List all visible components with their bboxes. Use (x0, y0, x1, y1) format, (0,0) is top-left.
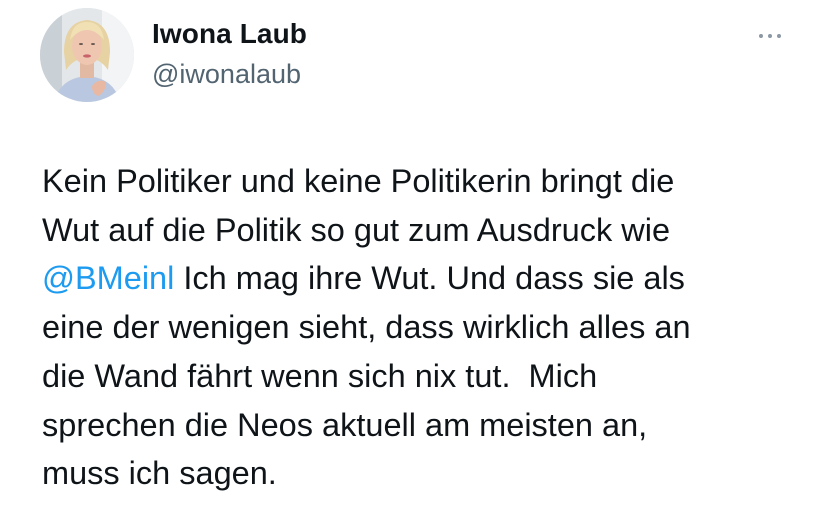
author-handle[interactable]: @iwonalaub (152, 57, 301, 91)
more-horizontal-icon (759, 34, 763, 38)
avatar-photo (40, 8, 134, 102)
tweet-card: Iwona Laub @iwonalaub Kein Politiker und… (0, 0, 828, 532)
tweet-line: die Wand fährt wenn sich nix tut. Mich (42, 357, 598, 394)
author-name[interactable]: Iwona Laub (152, 16, 307, 52)
tweet-line: Kein Politiker und keine Politikerin bri… (42, 163, 675, 199)
tweet-text: Kein Politiker und keine Politikerin bri… (42, 157, 802, 498)
more-horizontal-icon-dot (768, 34, 772, 38)
avatar[interactable] (40, 8, 134, 102)
tweet-line-text: Ich mag ihre Wut. Und dass sie als (174, 260, 685, 297)
tweet-line: eine der wenigen sieht, dass wirklich al… (42, 309, 691, 346)
more-horizontal-icon-dot (777, 34, 781, 38)
tweet-line: Wut auf die Politik so gut zum Ausdruck … (42, 211, 671, 248)
tweet-line: muss ich sagen. (42, 455, 277, 492)
tweet-line: sprechen die Neos aktuell am meisten an, (42, 406, 648, 443)
tweet-line: @BMeinl Ich mag ihre Wut. Und dass sie a… (42, 254, 802, 303)
mention-link[interactable]: @BMeinl (42, 260, 174, 296)
more-options-button[interactable] (748, 22, 792, 50)
